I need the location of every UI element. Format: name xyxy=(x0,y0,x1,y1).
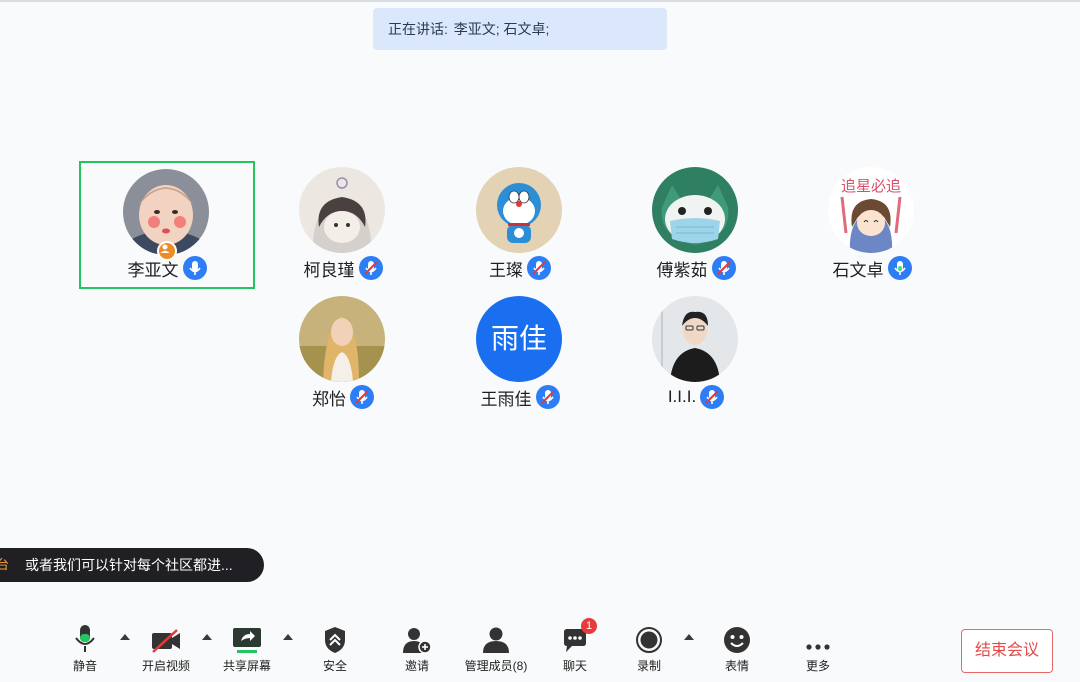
participant-tile[interactable]: 傅紫茹 xyxy=(608,161,784,289)
more-label: 更多 xyxy=(805,659,830,673)
participant-name: 李亚文 xyxy=(127,260,179,280)
manage-members-button[interactable]: 管理成员(8) xyxy=(456,620,536,674)
share-screen-icon xyxy=(233,628,261,653)
unread-badge: 1 xyxy=(581,618,597,634)
chat-preview-text: 或者我们可以针对每个社区都进... xyxy=(25,557,233,573)
mic-on-icon[interactable] xyxy=(182,256,207,280)
participant-name: 王璨 xyxy=(489,260,523,280)
speaking-names: 李亚文; 石文卓; xyxy=(453,21,550,37)
record-icon xyxy=(636,627,662,653)
participant-name-row: 王雨佳 xyxy=(432,384,608,410)
mic-muted-icon[interactable] xyxy=(711,256,736,280)
emoji-button[interactable]: 表情 xyxy=(697,620,777,674)
mute-button[interactable]: 静音 xyxy=(45,620,125,674)
record-label: 录制 xyxy=(636,659,661,673)
security-label: 安全 xyxy=(322,659,347,673)
participant-tile[interactable]: 雨佳 王雨佳 xyxy=(432,290,608,418)
participant-name: 郑怡 xyxy=(312,389,346,409)
avatar xyxy=(299,167,385,253)
mic-muted-icon[interactable] xyxy=(358,256,383,280)
mic-muted-icon[interactable] xyxy=(700,385,725,409)
avatar-sign-text: 追星必追 xyxy=(841,177,901,195)
participant-name-row: 傅紫茹 xyxy=(608,255,784,281)
avatar: 追星必追 xyxy=(828,167,914,253)
start-video-button[interactable]: 开启视频 xyxy=(126,620,206,674)
avatar-text: 雨佳 xyxy=(490,323,547,354)
participant-name: 石文卓 xyxy=(832,260,884,280)
avatar xyxy=(652,167,738,253)
participant-tile[interactable]: I.I.I. xyxy=(608,290,784,418)
invite-user-icon xyxy=(403,628,432,654)
participant-name-row: 柯良瑾 xyxy=(255,255,431,281)
participant-name: I.I.I. xyxy=(667,387,697,406)
speaking-label: 正在讲话: xyxy=(388,21,448,37)
shield-icon xyxy=(325,627,345,653)
chat-preview-bubble[interactable]: 台 或者我们可以针对每个社区都进... xyxy=(0,548,264,582)
share-screen-button[interactable]: 共享屏幕 xyxy=(207,620,287,674)
avatar: 雨佳 xyxy=(476,296,562,382)
share-options-caret[interactable] xyxy=(283,634,293,640)
emoji-icon xyxy=(724,627,750,653)
end-meeting-button[interactable]: 结束会议 xyxy=(961,629,1053,673)
invite-button[interactable]: 邀请 xyxy=(377,620,457,674)
chat-label: 聊天 xyxy=(562,659,587,673)
record-options-caret[interactable] xyxy=(684,634,694,640)
top-divider xyxy=(0,0,1080,2)
mic-muted-icon[interactable] xyxy=(535,385,560,409)
mic-muted-icon[interactable] xyxy=(350,385,374,409)
participant-name-row: 王璨 xyxy=(432,255,608,281)
avatar xyxy=(299,296,385,382)
mic-on-icon[interactable] xyxy=(887,256,912,280)
avatar xyxy=(652,296,738,382)
mic-muted-icon[interactable] xyxy=(527,256,551,280)
share-screen-label: 共享屏幕 xyxy=(222,659,271,673)
video-off-icon xyxy=(152,629,180,653)
participant-name-row: 郑怡 xyxy=(255,384,431,410)
participant-tile[interactable]: 柯良瑾 xyxy=(255,161,431,289)
emoji-label: 表情 xyxy=(724,659,749,673)
participant-name: 傅紫茹 xyxy=(656,260,708,280)
chat-button[interactable]: 1 聊天 xyxy=(535,618,615,674)
manage-members-label: 管理成员(8) xyxy=(464,659,528,673)
participant-name: 柯良瑾 xyxy=(303,260,355,280)
more-dots-icon xyxy=(806,644,830,650)
participant-tile[interactable]: 追星必追 石文卓 xyxy=(784,161,960,289)
participant-tile[interactable]: 李亚文 xyxy=(79,161,255,289)
invite-label: 邀请 xyxy=(404,659,429,673)
members-icon xyxy=(483,627,509,653)
avatar xyxy=(476,167,562,253)
participant-name: 王雨佳 xyxy=(480,389,532,409)
chat-sender-tag: 台 xyxy=(0,557,10,572)
participant-tile[interactable]: 王璨 xyxy=(432,161,608,289)
start-video-label: 开启视频 xyxy=(141,659,190,673)
participant-tile[interactable]: 郑怡 xyxy=(255,290,431,418)
more-button[interactable]: 更多 xyxy=(778,620,858,674)
participant-name-row: 李亚文 xyxy=(81,255,253,281)
microphone-icon xyxy=(75,625,95,652)
speaking-indicator: 正在讲话: 李亚文; 石文卓; xyxy=(373,8,667,50)
participant-name-row: 石文卓 xyxy=(784,255,960,281)
mute-label: 静音 xyxy=(72,659,97,673)
security-button[interactable]: 安全 xyxy=(295,620,375,674)
meeting-toolbar: 静音 开启视频 共享屏幕 安全 邀请 管理成员(8) 1 聊天 录制 表情 更多 xyxy=(0,618,1080,682)
record-button[interactable]: 录制 xyxy=(609,620,689,674)
participant-name-row: I.I.I. xyxy=(608,384,784,410)
